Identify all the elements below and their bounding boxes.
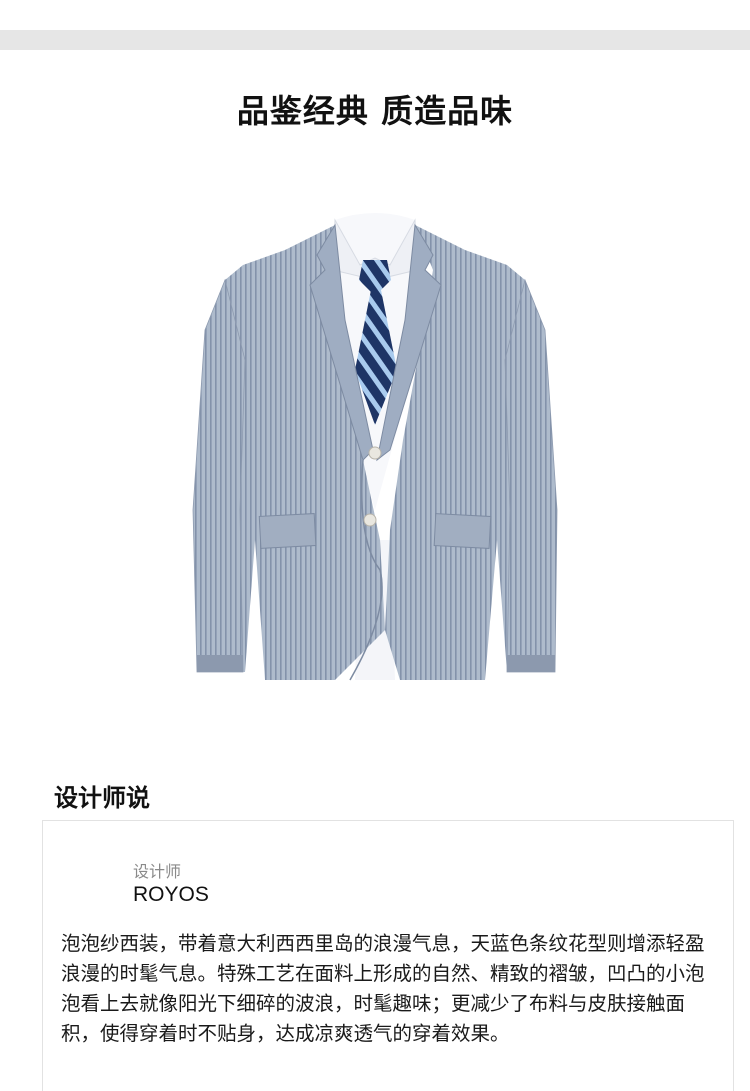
designer-name: ROYOS — [133, 883, 209, 906]
designer-description: 泡泡纱西装，带着意大利西西里岛的浪漫气息，天蓝色条纹花型则增添轻盈浪漫的时髦气息… — [61, 932, 705, 1045]
designer-quote-card: 设计师 ROYOS 泡泡纱西装，带着意大利西西里岛的浪漫气息，天蓝色条纹花型则增… — [42, 820, 734, 1091]
top-divider-band — [0, 30, 750, 50]
page-headline: 品鉴经典 质造品味 — [236, 92, 514, 130]
seersucker-suit-jacket-image — [192, 213, 558, 681]
designer-section-title: 设计师说 — [54, 784, 150, 812]
designer-role-label: 设计师 — [133, 862, 182, 881]
